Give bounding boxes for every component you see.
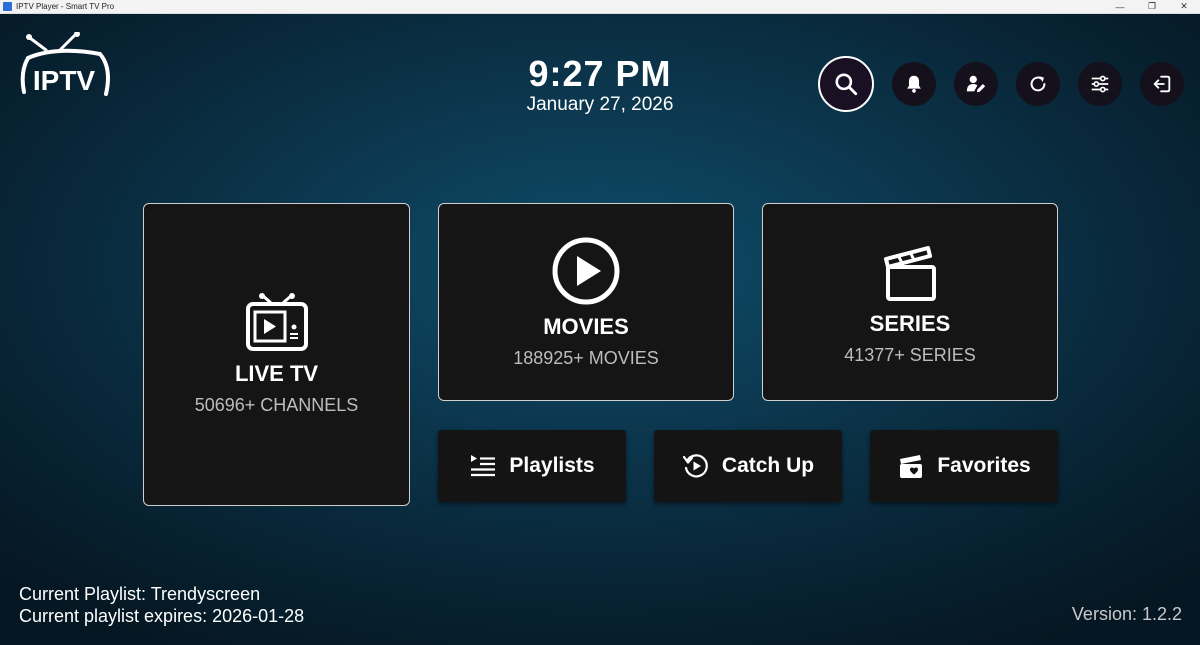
- playlists-button[interactable]: Playlists: [438, 430, 626, 502]
- bell-icon: [907, 75, 921, 93]
- refresh-icon: [1030, 76, 1046, 92]
- app-main: IPTV 9:27 PM January 27, 2026 LIVE TV 50…: [0, 14, 1200, 645]
- replay-icon: [682, 454, 708, 478]
- notifications-button[interactable]: [892, 62, 936, 106]
- search-button[interactable]: [818, 56, 874, 112]
- playlists-label: Playlists: [509, 454, 595, 477]
- logout-button[interactable]: [1140, 62, 1184, 106]
- favorites-button[interactable]: Favorites: [870, 430, 1058, 502]
- movies-tile[interactable]: MOVIES 188925+ MOVIES: [438, 203, 734, 401]
- catch-up-label: Catch Up: [721, 454, 815, 477]
- search-icon: [835, 73, 858, 96]
- movies-title: MOVIES: [543, 313, 629, 339]
- series-count: 41377+ SERIES: [844, 344, 976, 365]
- refresh-button[interactable]: [1016, 62, 1060, 106]
- app-icon: [3, 2, 12, 11]
- playlist-icon: [471, 455, 496, 477]
- live-tv-tile[interactable]: LIVE TV 50696+ CHANNELS: [143, 203, 410, 506]
- close-button[interactable]: ✕: [1168, 0, 1200, 14]
- playlist-expiry-text: Current playlist expires: 2026-01-28: [19, 606, 305, 626]
- current-playlist-text: Current Playlist: Trendyscreen: [19, 584, 261, 604]
- movies-count: 188925+ MOVIES: [513, 347, 659, 368]
- tv-icon: [245, 293, 308, 351]
- playlist-info: Current Playlist: Trendyscreen Current p…: [19, 583, 304, 627]
- window-titlebar: IPTV Player - Smart TV Pro — ❐ ✕: [0, 0, 1200, 14]
- logout-icon: [1153, 75, 1171, 93]
- series-tile[interactable]: SERIES 41377+ SERIES: [762, 203, 1058, 401]
- series-title: SERIES: [869, 310, 951, 336]
- live-tv-count: 50696+ CHANNELS: [194, 395, 359, 415]
- restore-button[interactable]: ❐: [1136, 0, 1168, 14]
- catch-up-button[interactable]: Catch Up: [654, 430, 842, 502]
- user-edit-icon: [966, 75, 986, 93]
- top-toolbar: [800, 56, 1184, 112]
- play-circle-icon: [552, 237, 620, 304]
- settings-sliders-icon: [1091, 75, 1109, 93]
- live-tv-title: LIVE TV: [234, 361, 319, 386]
- minimize-button[interactable]: —: [1104, 0, 1136, 14]
- window-title: IPTV Player - Smart TV Pro: [16, 1, 115, 11]
- edit-profile-button[interactable]: [954, 62, 998, 106]
- settings-button[interactable]: [1078, 62, 1122, 106]
- version-text: Version: 1.2.2: [1071, 604, 1182, 624]
- favorite-clapper-icon: [900, 455, 923, 478]
- clapperboard-icon: [884, 245, 936, 301]
- favorites-label: Favorites: [937, 454, 1031, 477]
